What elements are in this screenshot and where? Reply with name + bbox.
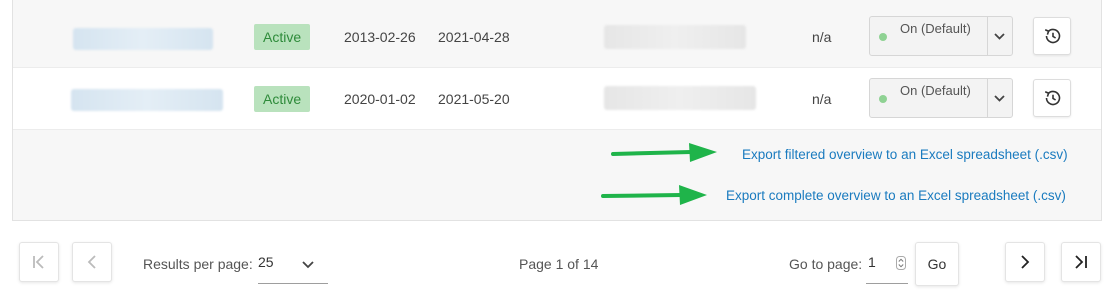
setting-select[interactable]: On (Default) (869, 78, 1013, 118)
results-per-page-label: Results per page: (143, 256, 253, 272)
redacted-name (73, 28, 213, 50)
history-button[interactable] (1033, 17, 1071, 55)
status-badge: Active (254, 86, 311, 112)
end-date: 2021-04-28 (438, 29, 510, 45)
value-cell: n/a (812, 29, 832, 45)
chevron-down-icon[interactable] (987, 17, 1012, 55)
end-date: 2021-05-20 (438, 91, 510, 107)
status-badge: Active (254, 24, 311, 50)
redacted-field (604, 25, 746, 49)
first-page-button[interactable] (19, 242, 59, 282)
history-icon (1034, 28, 1070, 57)
status-dot (879, 95, 887, 103)
prev-page-button[interactable] (72, 242, 112, 282)
export-filtered-link[interactable]: Export filtered overview to an Excel spr… (742, 146, 1068, 164)
page-info: Page 1 of 14 (519, 256, 599, 272)
start-date: 2013-02-26 (344, 29, 416, 45)
setting-select[interactable]: On (Default) (869, 16, 1013, 56)
last-page-icon (1062, 255, 1100, 284)
value-cell: n/a (812, 91, 832, 107)
table-row: Active 2013-02-26 2021-04-28 n/a On (Def… (13, 6, 1101, 67)
status-dot (879, 33, 887, 41)
history-icon (1034, 90, 1070, 119)
export-complete-link[interactable]: Export complete overview to an Excel spr… (726, 187, 1066, 205)
chevron-down-icon (300, 256, 316, 275)
chevron-right-icon (1006, 255, 1044, 284)
results-per-page-value: 25 (258, 254, 274, 270)
chevron-left-icon (73, 255, 111, 284)
history-button[interactable] (1033, 79, 1071, 117)
annotation-arrow (611, 143, 717, 162)
results-per-page-select[interactable]: 25 (258, 250, 328, 284)
redacted-field (604, 86, 756, 110)
redacted-name (71, 89, 223, 111)
stepper-icon[interactable] (896, 256, 906, 273)
select-value: On (Default) (900, 83, 971, 98)
goto-label: Go to page: (789, 256, 863, 272)
select-value: On (Default) (900, 21, 971, 36)
table-row: Active 2020-01-02 2021-05-20 n/a On (Def… (13, 68, 1101, 129)
goto-page-input[interactable]: 1 (866, 250, 908, 284)
next-page-button[interactable] (1005, 242, 1045, 282)
goto-page-value: 1 (868, 254, 876, 270)
annotation-arrow (601, 185, 707, 205)
last-page-button[interactable] (1061, 242, 1101, 282)
results-table-panel: Active 2013-02-26 2021-04-28 n/a On (Def… (12, 0, 1102, 221)
chevron-down-icon[interactable] (987, 79, 1012, 117)
start-date: 2020-01-02 (344, 91, 416, 107)
first-page-icon (20, 255, 58, 284)
go-button[interactable]: Go (915, 242, 959, 286)
